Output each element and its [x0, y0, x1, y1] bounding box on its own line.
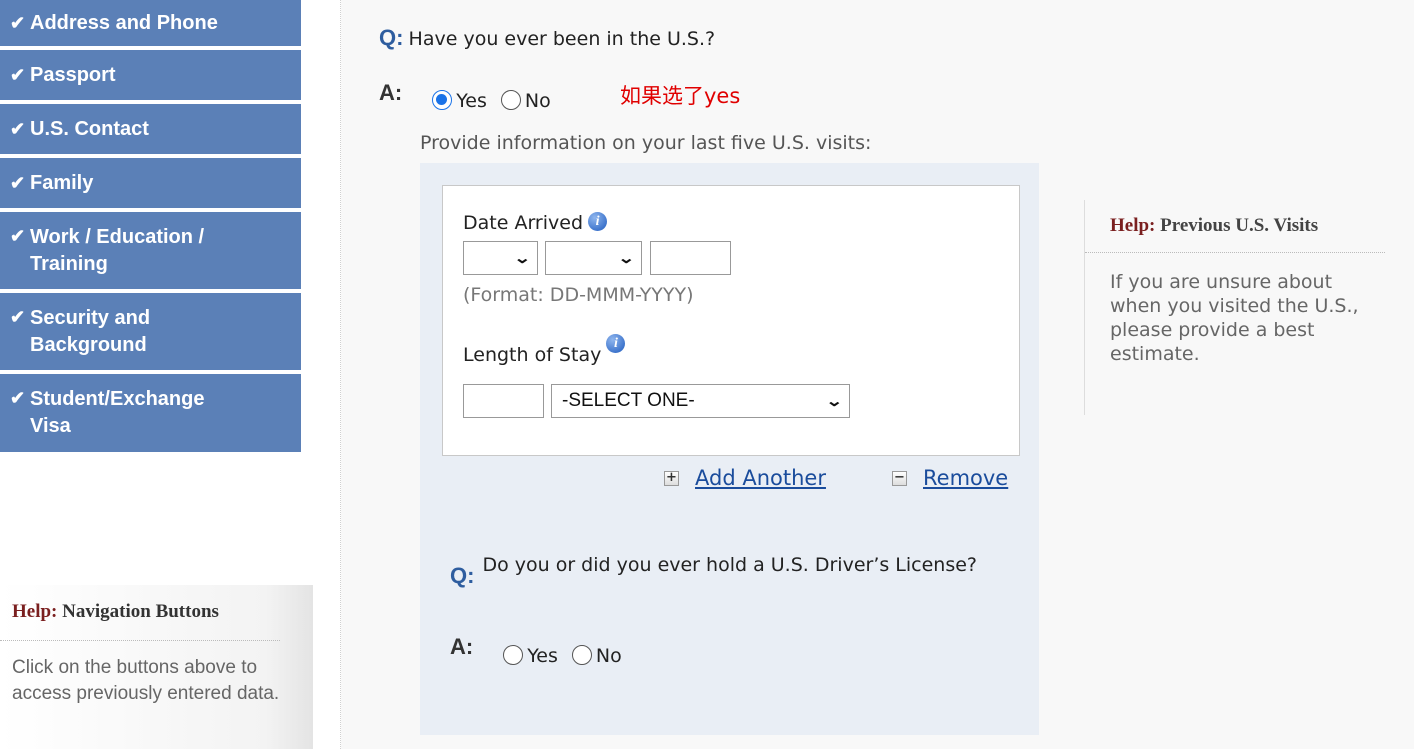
yes-label: Yes — [527, 645, 558, 667]
day-select[interactable]: ⌄ — [463, 241, 538, 275]
minus-icon[interactable]: − — [892, 470, 907, 486]
label-line-1: Security and — [30, 307, 151, 329]
info-icon[interactable]: i — [606, 334, 626, 353]
no-label: No — [595, 645, 622, 667]
question-marker: Q: — [450, 563, 475, 588]
sidebar-item-family[interactable]: ✔ Family — [0, 158, 301, 208]
label-line-2: Visa — [30, 415, 71, 437]
checkmark-icon: ✔ — [10, 172, 26, 193]
question-text: Do you or did you ever hold a U.S. Drive… — [482, 554, 978, 576]
plus-icon[interactable]: + — [664, 470, 679, 486]
visits-panel: Date Arrived i ⌄ ⌄ (Format: DD-MMM-YYYY)… — [420, 163, 1039, 735]
date-arrived-label: Date Arrived — [463, 212, 584, 234]
remove-link[interactable]: Remove — [923, 466, 1008, 490]
label-line-2: Training — [30, 253, 108, 275]
length-of-stay-row: Length of Stay i — [463, 334, 626, 366]
checkmark-icon: ✔ — [10, 64, 26, 85]
label-line-2: Background — [30, 334, 147, 356]
help-title-text: Previous U.S. Visits — [1160, 215, 1319, 236]
help-title-text: Navigation Buttons — [62, 601, 219, 622]
chevron-down-icon: ⌄ — [825, 393, 844, 410]
sidebar-item-label: Family — [30, 171, 94, 194]
question-text: Have you ever been in the U.S.? — [408, 28, 716, 50]
month-select[interactable]: ⌄ — [545, 241, 642, 275]
answer-marker: A: — [450, 634, 474, 659]
chevron-down-icon: ⌄ — [617, 250, 636, 267]
no-radio[interactable] — [571, 645, 592, 665]
checkmark-icon: ✔ — [10, 12, 26, 33]
divider — [1085, 252, 1385, 253]
help-title: Help: Previous U.S. Visits — [1110, 215, 1318, 237]
sidebar-item-security-and-background[interactable]: ✔ Security and Background — [0, 293, 301, 370]
year-input[interactable] — [650, 241, 731, 275]
visit-entry-box: Date Arrived i ⌄ ⌄ (Format: DD-MMM-YYYY)… — [442, 185, 1020, 456]
question-drivers-license: Q: Do you or did you ever hold a U.S. Dr… — [450, 551, 1002, 589]
sidebar-item-label: U.S. Contact — [30, 117, 149, 140]
sidebar-item-work-education-training[interactable]: ✔ Work / Education / Training — [0, 212, 301, 289]
sidebar: ✔ Address and Phone ✔ Passport ✔ U.S. Co… — [0, 0, 340, 749]
help-lead: Help: — [12, 601, 58, 622]
answer-marker: A: — [379, 80, 403, 105]
chevron-down-icon: ⌄ — [513, 250, 532, 267]
checkmark-icon: ✔ — [10, 307, 26, 327]
visits-instruction: Provide information on your last five U.… — [420, 132, 872, 154]
question-us-visit: Q: Have you ever been in the U.S.? — [379, 25, 715, 51]
checkmark-icon: ✔ — [10, 388, 26, 408]
label-line-1: Work / Education / — [30, 226, 205, 248]
no-label: No — [524, 90, 551, 112]
label-line-1: Student/Exchange — [30, 388, 205, 410]
no-radio[interactable] — [500, 90, 521, 110]
question-marker: Q: — [379, 25, 404, 50]
main-content: Q: Have you ever been in the U.S.? A: Ye… — [341, 0, 1414, 749]
divider — [0, 640, 280, 641]
checkmark-icon: ✔ — [10, 118, 26, 139]
sidebar-item-passport[interactable]: ✔ Passport — [0, 50, 301, 100]
yes-radio[interactable] — [503, 645, 524, 665]
sidebar-item-label: Student/Exchange Visa — [30, 386, 301, 440]
help-text: If you are unsure about when you visited… — [1110, 271, 1359, 365]
sidebar-item-label: Security and Background — [30, 305, 301, 359]
checkmark-icon: ✔ — [10, 226, 26, 246]
sidebar-item-address-and-phone[interactable]: ✔ Address and Phone — [0, 0, 301, 46]
sidebar-item-label: Work / Education / Training — [30, 224, 301, 278]
length-of-stay-input[interactable] — [463, 384, 544, 418]
red-annotation: 如果选了yes — [620, 84, 741, 108]
answer-drivers-license: A: Yes No — [450, 634, 636, 667]
add-another-control: + Add Another — [664, 466, 826, 490]
yes-label: Yes — [456, 90, 487, 112]
help-navigation-panel: Help: Navigation Buttons Click on the bu… — [0, 585, 313, 749]
add-another-link[interactable]: Add Another — [695, 466, 826, 490]
length-of-stay-label: Length of Stay — [463, 344, 602, 366]
remove-control: − Remove — [892, 466, 1008, 490]
sidebar-item-label: Address and Phone — [30, 11, 218, 34]
info-icon[interactable]: i — [588, 212, 608, 231]
date-format-hint: (Format: DD-MMM-YYYY) — [463, 284, 694, 306]
help-lead: Help: — [1110, 215, 1156, 236]
sidebar-item-student-exchange-visa[interactable]: ✔ Student/Exchange Visa — [0, 374, 301, 452]
length-of-stay-unit-select[interactable]: -SELECT ONE- ⌄ — [551, 384, 850, 418]
help-previous-visits-panel: Help: Previous U.S. Visits If you are un… — [1084, 200, 1385, 415]
sidebar-item-label: Passport — [30, 63, 116, 86]
help-text: Click on the buttons above to access pre… — [12, 657, 280, 704]
help-title: Help: Navigation Buttons — [12, 601, 219, 623]
date-arrived-row: Date Arrived i — [463, 212, 608, 234]
yes-radio[interactable] — [432, 90, 453, 110]
select-value: -SELECT ONE- — [562, 390, 695, 411]
sidebar-item-us-contact[interactable]: ✔ U.S. Contact — [0, 104, 301, 154]
answer-us-visit: A: Yes No — [379, 80, 565, 112]
